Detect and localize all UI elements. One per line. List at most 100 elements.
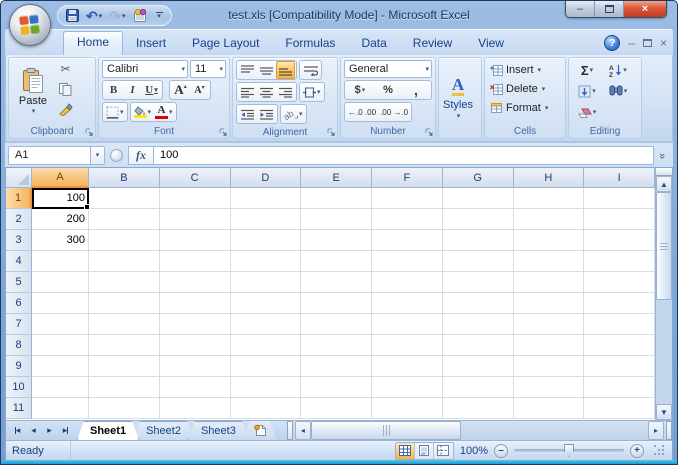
cell-C3[interactable] bbox=[159, 230, 231, 251]
name-box-dropdown[interactable]: ▾ bbox=[90, 145, 105, 165]
scroll-left-button[interactable]: ◂ bbox=[294, 421, 311, 440]
cell-B6[interactable] bbox=[89, 293, 160, 314]
column-header-A[interactable]: A bbox=[32, 168, 89, 188]
vertical-scroll-track[interactable] bbox=[656, 300, 672, 404]
cell-I3[interactable] bbox=[584, 230, 655, 251]
row-header-11[interactable]: 11 bbox=[6, 398, 32, 419]
insert-dropdown[interactable]: ▾ bbox=[538, 66, 542, 74]
scroll-right-button[interactable]: ▸ bbox=[648, 421, 664, 440]
comma-format-button[interactable]: , bbox=[407, 81, 426, 99]
decrease-indent-button[interactable] bbox=[238, 105, 257, 123]
zoom-in-button[interactable]: + bbox=[630, 443, 644, 458]
page-break-view-button[interactable] bbox=[433, 442, 453, 459]
cell-C5[interactable] bbox=[159, 272, 231, 293]
cell-C8[interactable] bbox=[159, 335, 231, 356]
decrease-decimal-button[interactable]: .00 →.0 bbox=[378, 103, 410, 121]
column-header-G[interactable]: G bbox=[442, 168, 514, 188]
cell-E8[interactable] bbox=[301, 335, 372, 356]
number-dialog-launcher[interactable] bbox=[425, 128, 434, 137]
cell-F4[interactable] bbox=[372, 251, 443, 272]
column-header-C[interactable]: C bbox=[159, 168, 231, 188]
column-header-B[interactable]: B bbox=[89, 168, 160, 188]
cell-E1[interactable] bbox=[301, 188, 372, 209]
cell-D6[interactable] bbox=[230, 293, 302, 314]
row-header-9[interactable]: 9 bbox=[6, 356, 32, 377]
cell-E11[interactable] bbox=[301, 398, 372, 419]
cell-B8[interactable] bbox=[89, 335, 160, 356]
cell-D10[interactable] bbox=[230, 377, 302, 398]
row-header-10[interactable]: 10 bbox=[6, 377, 32, 398]
cell-D2[interactable] bbox=[230, 209, 302, 230]
cell-F5[interactable] bbox=[372, 272, 443, 293]
cell-C2[interactable] bbox=[159, 209, 231, 230]
cell-A5[interactable] bbox=[32, 272, 89, 293]
decrease-font-size-button[interactable]: A ▾ bbox=[190, 81, 209, 99]
copy-button[interactable] bbox=[56, 80, 75, 98]
align-center-button[interactable] bbox=[257, 83, 276, 101]
cell-H9[interactable] bbox=[513, 356, 585, 377]
cell-C6[interactable] bbox=[159, 293, 231, 314]
normal-view-button[interactable] bbox=[395, 442, 415, 459]
cell-F3[interactable] bbox=[372, 230, 443, 251]
cell-C11[interactable] bbox=[159, 398, 231, 419]
orientation-dropdown[interactable]: ▾ bbox=[299, 110, 303, 118]
cell-I9[interactable] bbox=[584, 356, 655, 377]
insert-worksheet-button[interactable] bbox=[243, 421, 277, 440]
zoom-level[interactable]: 100% bbox=[460, 445, 488, 457]
percent-format-button[interactable]: % bbox=[379, 81, 398, 99]
cell-D11[interactable] bbox=[230, 398, 302, 419]
middle-align-button[interactable] bbox=[257, 61, 276, 79]
cell-F7[interactable] bbox=[372, 314, 443, 335]
increase-indent-button[interactable] bbox=[257, 105, 276, 123]
cell-H7[interactable] bbox=[513, 314, 585, 335]
sort-filter-button[interactable]: A Z ▾ bbox=[603, 61, 633, 79]
clear-dropdown[interactable]: ▾ bbox=[593, 108, 597, 116]
autosum-button[interactable]: Σ ▾ bbox=[572, 61, 602, 79]
italic-button[interactable]: I bbox=[123, 81, 142, 99]
cell-F1[interactable] bbox=[372, 188, 443, 209]
row-header-5[interactable]: 5 bbox=[6, 272, 32, 293]
fill-button[interactable]: ▾ bbox=[572, 82, 602, 100]
tab-home[interactable]: Home bbox=[63, 31, 124, 55]
cell-D9[interactable] bbox=[230, 356, 302, 377]
cell-C1[interactable] bbox=[159, 188, 231, 209]
delete-dropdown[interactable]: ▾ bbox=[542, 85, 546, 93]
cell-G10[interactable] bbox=[442, 377, 514, 398]
cell-B4[interactable] bbox=[89, 251, 160, 272]
currency-dropdown[interactable]: ▾ bbox=[362, 86, 366, 94]
cell-B3[interactable] bbox=[89, 230, 160, 251]
cell-B5[interactable] bbox=[89, 272, 160, 293]
zoom-out-button[interactable]: – bbox=[494, 443, 508, 458]
sheet-tab-sheet3[interactable]: Sheet3 bbox=[188, 421, 249, 440]
row-header-2[interactable]: 2 bbox=[6, 209, 32, 230]
restore-button[interactable] bbox=[595, 1, 624, 17]
cell-D1[interactable] bbox=[230, 188, 302, 209]
zoom-slider-track[interactable] bbox=[514, 444, 624, 457]
cell-A11[interactable] bbox=[32, 398, 89, 419]
cell-A6[interactable] bbox=[32, 293, 89, 314]
find-select-button[interactable]: ▾ bbox=[603, 82, 633, 100]
fill-color-dropdown[interactable]: ▾ bbox=[148, 108, 152, 116]
horizontal-scroll-track[interactable] bbox=[461, 421, 648, 440]
align-right-button[interactable] bbox=[276, 83, 295, 101]
workbook-minimize-button[interactable]: – bbox=[628, 37, 635, 49]
formula-input[interactable]: 100 bbox=[154, 145, 654, 165]
cell-F11[interactable] bbox=[372, 398, 443, 419]
cell-A1[interactable]: 100 bbox=[32, 188, 90, 210]
formula-bar-splitter[interactable] bbox=[110, 148, 123, 162]
borders-dropdown[interactable]: ▾ bbox=[120, 108, 124, 116]
cell-I6[interactable] bbox=[584, 293, 655, 314]
format-cells-button[interactable]: Format ▾ bbox=[488, 98, 562, 117]
workbook-restore-button[interactable] bbox=[642, 39, 652, 47]
delete-cells-button[interactable]: Delete ▾ bbox=[488, 79, 562, 98]
cell-A10[interactable] bbox=[32, 377, 89, 398]
cell-H11[interactable] bbox=[513, 398, 585, 419]
cell-G6[interactable] bbox=[442, 293, 514, 314]
cell-F2[interactable] bbox=[372, 209, 443, 230]
cell-C7[interactable] bbox=[159, 314, 231, 335]
column-header-F[interactable]: F bbox=[372, 168, 443, 188]
row-header-4[interactable]: 4 bbox=[6, 251, 32, 272]
cell-A7[interactable] bbox=[32, 314, 89, 335]
tab-page-layout[interactable]: Page Layout bbox=[179, 32, 272, 55]
scroll-up-button[interactable]: ▲ bbox=[656, 176, 672, 192]
